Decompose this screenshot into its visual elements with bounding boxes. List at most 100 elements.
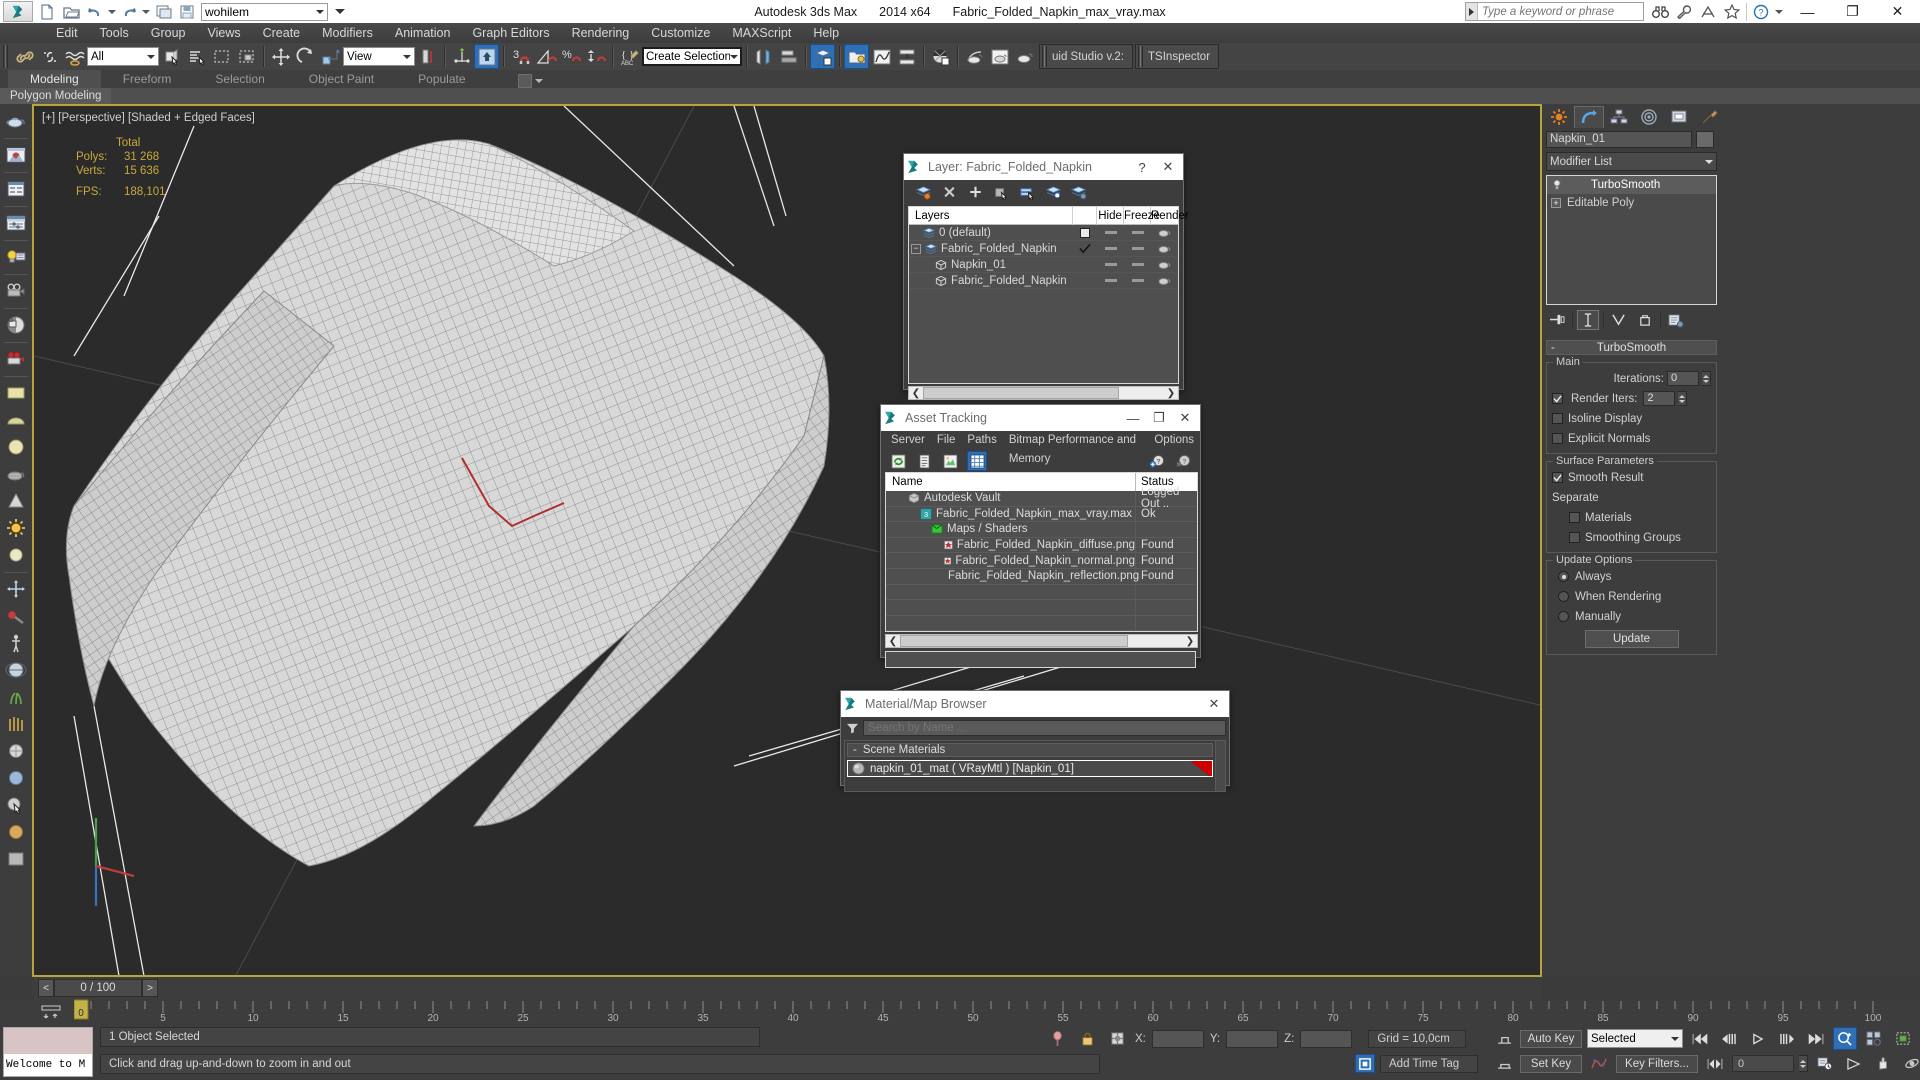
separate-smoothing-groups-checkbox[interactable]	[1569, 532, 1580, 543]
ribbon-tab-populate[interactable]: Populate	[396, 70, 487, 88]
layer-expander[interactable]: −	[911, 243, 921, 254]
material-search-input[interactable]	[863, 720, 1226, 736]
layer-dialog[interactable]: Layer: Fabric_Folded_Napkin ? ✕ Layers H…	[903, 153, 1189, 400]
layer-horizontal-scrollbar[interactable]: ❮ ❯	[908, 386, 1179, 400]
zoom-region-icon[interactable]	[1833, 1027, 1857, 1050]
window-crossing-toggle-icon[interactable]	[234, 44, 259, 69]
globe-tool-icon[interactable]	[3, 657, 29, 683]
layer-row[interactable]: − Fabric_Folded_Napkin	[909, 241, 1178, 257]
rectangular-selection-region-icon[interactable]	[209, 44, 234, 69]
auto-key-button[interactable]: Auto Key	[1520, 1029, 1582, 1048]
grid-view-icon[interactable]	[967, 451, 987, 471]
edit-named-selection-sets-icon[interactable]: { } ABC	[617, 44, 642, 69]
layer-freeze-toggle[interactable]	[1124, 279, 1151, 282]
help-add-icon[interactable]: ?	[1148, 452, 1166, 470]
plugin-button-uid-studio[interactable]: uid Studio v.2:	[1039, 44, 1134, 69]
grass-tool-icon[interactable]	[3, 684, 29, 710]
menu-item-help[interactable]: Help	[802, 23, 850, 43]
render-iters-spinner[interactable]	[1678, 391, 1688, 406]
asset-minimize-button[interactable]: —	[1120, 406, 1146, 430]
asset-dialog-titlebar[interactable]: Asset Tracking — ❐ ✕	[881, 405, 1200, 431]
separate-smoothing-groups-row[interactable]: Smoothing Groups	[1552, 529, 1711, 546]
maxscript-mini-listener[interactable]: Welcome to M	[3, 1027, 93, 1077]
quick-search[interactable]	[1465, 2, 1644, 21]
key-filters-button[interactable]: Key Filters...	[1616, 1054, 1698, 1073]
layer-dialog-close-button[interactable]: ✕	[1155, 155, 1181, 179]
plane-primitive-icon[interactable]	[3, 380, 29, 406]
percent-snap-toggle-icon[interactable]: %	[558, 44, 583, 69]
separate-materials-row[interactable]: Materials	[1552, 509, 1711, 526]
save-file-button[interactable]	[175, 1, 199, 22]
asset-maximize-button[interactable]: ❐	[1146, 406, 1172, 430]
current-frame-display[interactable]: 0 / 100	[54, 979, 142, 997]
coord-x-field[interactable]	[1151, 1029, 1204, 1048]
select-object-icon[interactable]	[159, 44, 184, 69]
update-when-rendering-row[interactable]: When Rendering	[1552, 588, 1711, 605]
reference-coordinate-combo[interactable]: View	[343, 47, 415, 66]
key-filters-curve-icon[interactable]	[1587, 1052, 1611, 1075]
asset-horizontal-scrollbar[interactable]: ❮ ❯	[885, 634, 1198, 648]
layer-current-checkbox[interactable]	[1073, 243, 1097, 254]
teapot-primitive-icon[interactable]	[3, 461, 29, 487]
dialog-list-icon[interactable]	[3, 176, 29, 202]
go-to-end-icon[interactable]	[1804, 1027, 1828, 1050]
pin-stack-icon[interactable]	[1546, 310, 1568, 330]
ribbon-tab-object-paint[interactable]: Object Paint	[287, 70, 396, 88]
biped-icon[interactable]	[3, 630, 29, 656]
select-and-move-icon[interactable]	[268, 44, 293, 69]
help-icon[interactable]: ?	[1749, 2, 1773, 22]
layer-freeze-toggle[interactable]	[1124, 231, 1151, 234]
material-browser-close-button[interactable]: ✕	[1201, 692, 1227, 716]
app-menu-button[interactable]	[3, 1, 33, 22]
layer-row[interactable]: Fabric_Folded_Napkin	[909, 273, 1178, 289]
plugin-button-tsinspector[interactable]: TSInspector	[1135, 44, 1220, 69]
render-window-icon[interactable]	[3, 142, 29, 168]
undo-dropdown[interactable]	[107, 1, 117, 22]
redo-button[interactable]	[117, 1, 141, 22]
select-and-rotate-icon[interactable]	[293, 44, 318, 69]
pan-view-arrow-icon[interactable]	[1842, 1052, 1866, 1075]
favorites-star-icon[interactable]	[1720, 2, 1744, 22]
material-map-browser-dialog[interactable]: Material/Map Browser ✕ - Scene Materials…	[840, 690, 1230, 792]
asset-menu-file[interactable]: File	[931, 431, 962, 450]
coord-y-field[interactable]	[1226, 1029, 1279, 1048]
stack-expander[interactable]: +	[1551, 198, 1561, 208]
use-selection-center-icon[interactable]	[449, 44, 474, 69]
open-file-button[interactable]	[59, 1, 83, 22]
asset-row[interactable]: Fabric_Folded_Napkin_normal.png Found	[886, 553, 1197, 569]
configure-modifier-sets-icon[interactable]	[1665, 310, 1687, 330]
material-editor-icon[interactable]	[928, 44, 953, 69]
layer-dialog-titlebar[interactable]: Layer: Fabric_Folded_Napkin ? ✕	[904, 154, 1183, 180]
separate-materials-checkbox[interactable]	[1569, 512, 1580, 523]
update-when-rendering-radio[interactable]	[1558, 591, 1569, 602]
asset-tracking-icon[interactable]	[844, 44, 869, 69]
viewport-label[interactable]: [+] [Perspective] [Shaded + Edged Faces]	[42, 112, 255, 124]
zoom-all-icon[interactable]	[1862, 1027, 1886, 1050]
menu-item-graph-editors[interactable]: Graph Editors	[461, 23, 560, 43]
angle-snap-toggle-icon[interactable]	[533, 44, 558, 69]
toolbar-grip[interactable]	[3, 45, 9, 68]
group-collapse-icon[interactable]: -	[853, 744, 857, 756]
asset-row[interactable]: 3 Fabric_Folded_Napkin_max_vray.max Ok	[886, 506, 1197, 523]
satellite-icon[interactable]	[1696, 2, 1720, 22]
set-key-mode-icon[interactable]	[1495, 1052, 1515, 1075]
scroll-right-icon[interactable]: ❯	[1183, 635, 1197, 647]
project-folder-button[interactable]	[151, 1, 175, 22]
scene-materials-group-header[interactable]: - Scene Materials	[847, 743, 1213, 757]
asset-close-button[interactable]: ✕	[1172, 406, 1198, 430]
modifier-stack-item-editable-poly[interactable]: + Editable Poly	[1547, 194, 1716, 212]
make-unique-icon[interactable]	[1608, 310, 1630, 330]
snap-toggle-3-icon[interactable]: 3	[508, 44, 533, 69]
redo-dropdown[interactable]	[141, 1, 151, 22]
menu-item-animation[interactable]: Animation	[384, 23, 462, 43]
render-production-icon[interactable]	[1012, 44, 1037, 69]
paths-view-icon[interactable]	[941, 452, 959, 470]
menu-item-rendering[interactable]: Rendering	[561, 23, 641, 43]
prev-frame-button[interactable]: <	[38, 979, 54, 997]
teapot-tool-icon[interactable]	[3, 108, 29, 134]
pin-stack-status-icon[interactable]	[1045, 1027, 1069, 1050]
layer-row[interactable]: Napkin_01	[909, 257, 1178, 273]
select-objects-in-layer-icon[interactable]	[992, 183, 1010, 201]
sphere-blue-icon[interactable]	[3, 765, 29, 791]
sphere-hemisphere-icon[interactable]	[3, 407, 29, 433]
